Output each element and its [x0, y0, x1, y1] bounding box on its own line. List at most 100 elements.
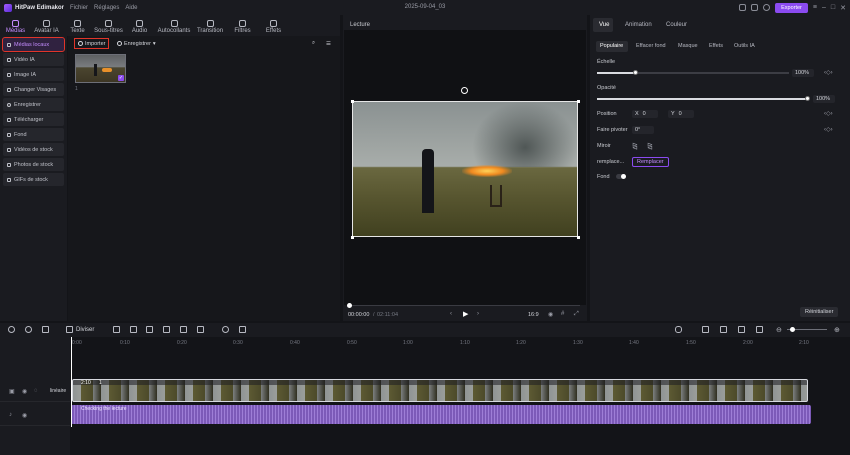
shop-icon[interactable] [751, 4, 759, 11]
resize-handle-br[interactable] [577, 236, 580, 239]
image-icon[interactable] [239, 326, 246, 333]
reverse-icon[interactable] [163, 326, 170, 333]
speed-icon[interactable] [197, 326, 204, 333]
next-frame-icon[interactable]: › [477, 311, 479, 317]
record-button[interactable]: Enregistrer ▾ [117, 39, 156, 48]
list-view-icon[interactable]: ☰ [326, 39, 331, 48]
split-button[interactable]: Diviser [76, 327, 94, 333]
sidebar-item-videos-stock[interactable]: Vidéos de stock [3, 143, 64, 156]
tab-sous-titres[interactable]: Sous-titres [93, 20, 124, 36]
progress-knob[interactable] [347, 303, 352, 308]
mirror-vertical-icon[interactable]: ⧎ [647, 142, 653, 150]
face-icon[interactable] [222, 326, 229, 333]
sidebar-item-photos-stock[interactable]: Photos de stock [3, 158, 64, 171]
playhead[interactable] [71, 337, 72, 427]
tab-effets[interactable]: Effets [258, 20, 289, 36]
reset-button[interactable]: Réinitialiser [800, 307, 839, 317]
minimize-icon[interactable]: – [822, 4, 826, 11]
play-icon[interactable]: ▶ [463, 310, 468, 318]
audio-clip[interactable]: Checking the lecture [71, 405, 811, 424]
clip-header [73, 380, 807, 385]
subtab-effets[interactable]: Effets [709, 43, 723, 49]
microphone-icon[interactable] [675, 326, 682, 333]
snapshot-icon[interactable]: ◉ [548, 311, 553, 318]
tab-avatar-ia[interactable]: Avatar IA [31, 20, 62, 36]
lock-icon[interactable]: ◌ [34, 388, 38, 394]
subtab-populaire[interactable]: Populaire [600, 43, 623, 49]
position-y-field[interactable]: Y0 [668, 110, 694, 118]
replace-button[interactable]: Remplacer [632, 157, 669, 167]
magnet-icon[interactable] [720, 326, 727, 333]
video-track-header: ▣ ◉ ◌ linéaire [0, 380, 70, 402]
position-x-field[interactable]: X0 [632, 110, 658, 118]
menu-aide[interactable]: Aide [125, 5, 137, 11]
keyframe-rotate-icon[interactable]: ‹◇› [824, 126, 833, 133]
mail-icon[interactable] [739, 4, 747, 11]
visibility-icon[interactable]: ◉ [22, 388, 27, 395]
keyframe-position-icon[interactable]: ‹◇› [824, 110, 833, 117]
opacity-slider-knob[interactable] [805, 96, 810, 101]
subtab-outils-ia[interactable]: Outils IA [734, 43, 755, 49]
account-icon[interactable] [763, 4, 771, 11]
undo-icon[interactable] [8, 326, 15, 333]
grid-icon[interactable]: # [561, 311, 564, 317]
sidebar-item-image-ia[interactable]: Image IA [3, 68, 64, 81]
mirror-horizontal-icon[interactable]: ⧎ [632, 142, 638, 150]
subtab-masque[interactable]: Masque [678, 43, 698, 49]
tab-texte[interactable]: Texte [62, 20, 93, 36]
crop-icon[interactable] [130, 326, 137, 333]
maximize-icon[interactable]: □ [831, 4, 835, 11]
sidebar-item-gifs-stock[interactable]: GIFs de stock [3, 173, 64, 186]
resize-handle-tr[interactable] [577, 100, 580, 103]
redo-icon[interactable] [25, 326, 32, 333]
scale-value[interactable]: 100% [792, 69, 814, 77]
video-clip[interactable]: 2:10 1 [72, 379, 808, 402]
fit-icon[interactable] [756, 326, 763, 333]
scale-slider-knob[interactable] [633, 70, 638, 75]
mute-icon[interactable]: ◉ [22, 412, 27, 419]
close-icon[interactable]: ✕ [840, 4, 846, 12]
sidebar-item-telecharger[interactable]: Télécharger [3, 113, 64, 126]
import-button[interactable]: Importer [73, 38, 110, 49]
progress-track[interactable] [350, 305, 580, 306]
sidebar-item-medias-locaux[interactable]: Médias locaux [2, 37, 65, 52]
split-icon[interactable] [66, 326, 73, 333]
export-button[interactable]: Exporter [775, 2, 808, 13]
tab-couleur[interactable]: Couleur [666, 22, 687, 28]
prev-frame-icon[interactable]: ‹ [450, 311, 452, 317]
media-thumbnail[interactable]: ✓ [75, 54, 126, 83]
menu-reglages[interactable]: Réglages [94, 5, 119, 11]
aspect-select[interactable]: 16:9 [528, 312, 539, 318]
menu-fichier[interactable]: Fichier [70, 5, 88, 11]
search-icon[interactable]: ⌕ [312, 39, 315, 48]
tab-transition[interactable]: Transition [193, 20, 227, 36]
mirror-icon[interactable] [180, 326, 187, 333]
tab-medias[interactable]: Médias [0, 20, 31, 36]
tab-animation[interactable]: Animation [625, 22, 652, 28]
tab-vue[interactable]: Vue [599, 22, 609, 28]
sidebar-item-fond[interactable]: Fond [3, 128, 64, 141]
zoom-in-icon[interactable]: ⊕ [834, 326, 840, 334]
subtab-effacer-fond[interactable]: Effacer fond [636, 43, 666, 49]
delete-icon[interactable] [42, 326, 49, 333]
fullscreen-icon[interactable]: ⤢ [574, 311, 579, 318]
resize-handle-tl[interactable] [351, 100, 354, 103]
tab-audio[interactable]: Audio [124, 20, 155, 36]
rotate-handle-icon[interactable] [461, 87, 468, 94]
rotate-icon[interactable] [146, 326, 153, 333]
sidebar-item-enregistrer[interactable]: Enregistrer [3, 98, 64, 111]
keyframe-scale-icon[interactable]: ‹◇› [824, 69, 833, 76]
zoom-out-icon[interactable]: ⊖ [776, 326, 782, 334]
link-icon[interactable] [702, 326, 709, 333]
menu-icon[interactable]: ≡ [813, 4, 817, 11]
freeze-icon[interactable] [113, 326, 120, 333]
zoom-knob[interactable] [790, 327, 795, 332]
sidebar-item-changer-visages[interactable]: Changer Visages [3, 83, 64, 96]
opacity-value[interactable]: 100% [813, 95, 835, 103]
sidebar-item-video-ia[interactable]: Vidéo IA [3, 53, 64, 66]
tab-filtres[interactable]: Filtres [227, 20, 258, 36]
tab-autocollants[interactable]: Autocollants [155, 20, 193, 36]
snap-icon[interactable] [738, 326, 745, 333]
resize-handle-bl[interactable] [351, 236, 354, 239]
rotate-value[interactable]: 0° [632, 126, 654, 134]
